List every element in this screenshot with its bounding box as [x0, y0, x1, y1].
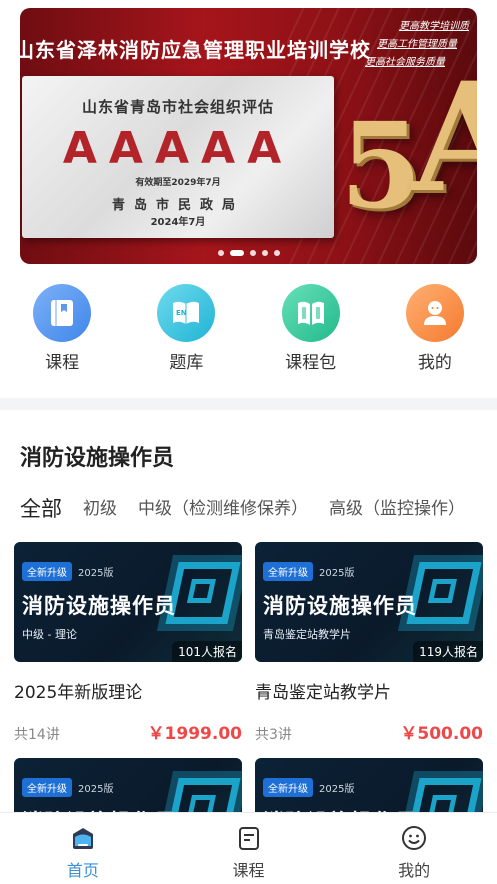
thumbnail-badge-row: 全新升级 2025版	[263, 562, 354, 581]
course-meta: 共3讲 ￥500.00	[255, 719, 483, 744]
quick-nav-course[interactable]: 课程	[0, 284, 124, 380]
banner-carousel[interactable]: 山东省泽林消防应急管理职业培训学校 更高教学培训质 更高工作管理质量 更高社会服…	[20, 8, 477, 264]
quick-nav-label: 课程	[45, 353, 80, 373]
carousel-indicator	[20, 250, 477, 256]
upgrade-badge: 全新升级	[22, 562, 72, 581]
course-list-icon	[238, 827, 259, 850]
tabbar-label: 首页	[66, 861, 99, 880]
thumbnail-decoration	[165, 562, 241, 624]
plaque-issuer: 青岛市民政局	[111, 198, 244, 213]
thumbnail-subtitle: 中级 - 理论	[22, 628, 77, 641]
thumbnail-title: 消防设施操作员	[263, 594, 417, 618]
tabbar-label: 我的	[398, 861, 431, 880]
banner-slogan: 更高教学培训质	[399, 21, 469, 32]
quick-nav: 课程 EN 题库 课程包 我的	[0, 284, 497, 380]
edition-label: 2025版	[319, 784, 355, 795]
quick-nav-course-package[interactable]: 课程包	[249, 284, 373, 380]
plaque-organization: 山东省青岛市社会组织评估	[81, 98, 274, 116]
tabbar-label: 课程	[232, 861, 265, 880]
course-thumbnail: 全新升级 2025版 消防设施操作员 中级 - 理论 101人报名	[14, 542, 242, 662]
upgrade-badge: 全新升级	[22, 778, 72, 797]
quick-nav-label: 题库	[169, 353, 204, 373]
svg-text:EN: EN	[176, 309, 187, 317]
carousel-dot[interactable]	[217, 250, 224, 256]
quick-nav-mine[interactable]: 我的	[373, 284, 497, 380]
thumbnail-title: 消防设施操作员	[22, 594, 176, 618]
quick-nav-label: 我的	[417, 353, 452, 373]
lesson-count: 共14讲	[14, 727, 60, 743]
plaque-grade: AAAAA	[62, 123, 294, 174]
app-page: 山东省泽林消防应急管理职业培训学校 更高教学培训质 更高工作管理质量 更高社会服…	[0, 0, 497, 884]
course-name: 2025年新版理论	[14, 683, 143, 703]
banner-5a-graphic: 5A	[340, 63, 477, 226]
plaque-date: 2024年7月	[150, 217, 206, 228]
quick-nav-question-bank[interactable]: EN 题库	[124, 284, 248, 380]
section-divider	[0, 398, 497, 410]
tabbar-home[interactable]: 首页	[0, 813, 166, 884]
signup-count: 119人报名	[413, 641, 483, 662]
carousel-dot-active[interactable]	[229, 250, 244, 256]
tab-junior[interactable]: 初级	[83, 494, 117, 524]
thumbnail-badge-row: 全新升级 2025版	[22, 562, 113, 581]
category-tabs: 全部 初级 中级（检测维修保养） 高级（监控操作）	[20, 494, 497, 524]
big-letter: A	[412, 50, 477, 226]
quick-nav-label: 课程包	[285, 353, 337, 373]
tab-intermediate[interactable]: 中级（检测维修保养）	[138, 494, 308, 524]
course-price: ￥1999.00	[147, 724, 242, 744]
edition-label: 2025版	[78, 784, 114, 795]
bottom-tab-bar: 首页 课程 我的	[0, 812, 497, 884]
tab-senior[interactable]: 高级（监控操作）	[329, 494, 465, 524]
tab-all[interactable]: 全部	[20, 494, 62, 524]
book-icon	[33, 284, 92, 342]
award-plaque: 山东省青岛市社会组织评估 AAAAA 有效期至2029年7月 青岛市民政局 20…	[22, 76, 334, 238]
course-price: ￥500.00	[400, 724, 483, 744]
big-digit: 5	[340, 96, 422, 235]
question-bank-icon: EN	[157, 284, 216, 342]
edition-label: 2025版	[78, 568, 114, 579]
course-meta: 共14讲 ￥1999.00	[14, 719, 242, 744]
signup-count: 101人报名	[172, 641, 242, 662]
thumbnail-badge-row: 全新升级 2025版	[22, 778, 113, 797]
course-card[interactable]: 全新升级 2025版 消防设施操作员 中级 - 理论 101人报名 2025年新…	[14, 542, 242, 744]
carousel-dot[interactable]	[273, 250, 280, 256]
tabbar-mine[interactable]: 我的	[331, 813, 497, 884]
upgrade-badge: 全新升级	[263, 778, 313, 797]
tabbar-course[interactable]: 课程	[166, 813, 332, 884]
smiley-face-icon	[402, 826, 427, 850]
banner-title: 山东省泽林消防应急管理职业培训学校	[20, 38, 371, 62]
course-thumbnail: 全新升级 2025版 消防设施操作员 青岛鉴定站教学片 119人报名	[255, 542, 483, 662]
course-package-icon	[281, 284, 340, 342]
upgrade-badge: 全新升级	[263, 562, 313, 581]
thumbnail-decoration	[406, 562, 482, 624]
lesson-count: 共3讲	[255, 727, 292, 743]
course-card[interactable]: 全新升级 2025版 消防设施操作员 青岛鉴定站教学片 119人报名 青岛鉴定站…	[255, 542, 483, 744]
plaque-validity: 有效期至2029年7月	[135, 178, 221, 188]
edition-label: 2025版	[319, 568, 355, 579]
user-avatar-icon	[405, 284, 464, 342]
thumbnail-badge-row: 全新升级 2025版	[263, 778, 354, 797]
section-title: 消防设施操作员	[20, 446, 175, 471]
course-name: 青岛鉴定站教学片	[255, 683, 391, 703]
carousel-dot[interactable]	[261, 250, 268, 256]
carousel-dot[interactable]	[249, 250, 256, 256]
thumbnail-subtitle: 青岛鉴定站教学片	[263, 628, 351, 641]
home-icon	[72, 828, 93, 849]
